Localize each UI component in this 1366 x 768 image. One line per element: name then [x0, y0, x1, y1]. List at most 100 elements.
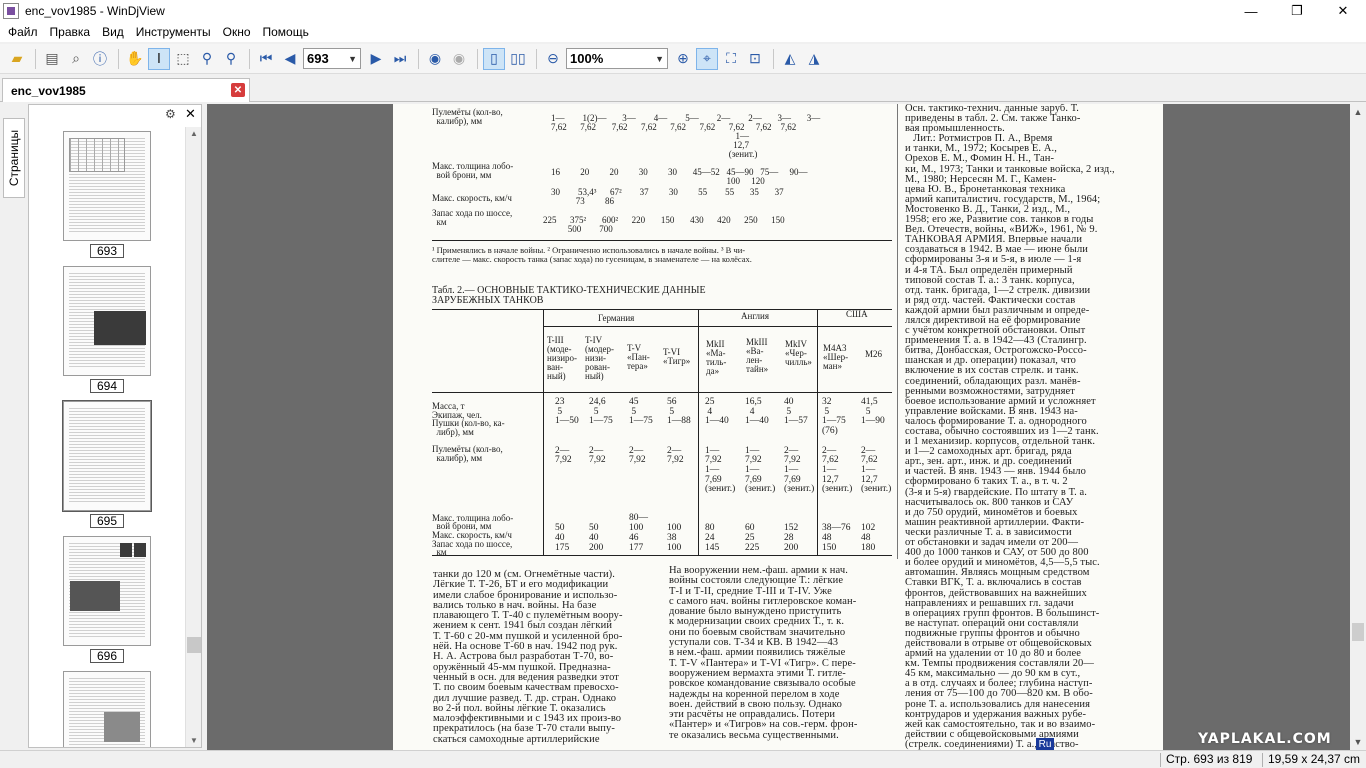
status-separator [1262, 753, 1263, 767]
open-folder-icon[interactable]: ▰ [6, 48, 28, 70]
table1-row-cells: 225 375² 600² 220 150 430 420 250 150 50… [543, 215, 785, 234]
thumbnail-panel-header: ⚙ ✕ [29, 105, 201, 123]
table2-model-header: MkIII «Ва- лен- тайн» [746, 337, 769, 374]
table2-model-header: T-III (моде- низиро- ван- ный) [547, 335, 578, 381]
info-icon[interactable]: ⓘ [89, 48, 111, 70]
table2-model-header: T-IV (модер- низи- рован- ный) [585, 335, 615, 381]
page-thumbnail-number: 693 [90, 244, 124, 258]
document-page[interactable]: Пулемёты (кол-во, калибр), мм 1— 1(2)— 3… [393, 104, 1163, 750]
text-select-icon[interactable]: Ⅰ [148, 47, 170, 70]
table1-row-cells: 30 53,4³ 67² 37 30 55 55 35 37 73 86 [551, 187, 784, 206]
thumbnail-scrollbar[interactable]: ▲ ▼ [185, 127, 201, 747]
document-scrollbar[interactable]: ▲ ▼ [1350, 104, 1366, 750]
table2-title: Табл. 2.— ОСНОВНЫЕ ТАКТИКО-ТЕХНИЧЕСКИЕ Д… [432, 285, 706, 306]
scroll-up-icon[interactable]: ▲ [190, 129, 198, 138]
page-thumbnail-number: 694 [90, 379, 124, 393]
table2-model-header: MkII «Ма- тиль- да» [706, 339, 727, 376]
table2-column: 24,6 5 1—75 2— 7,92 50 40 200 [589, 397, 613, 553]
page-thumbnail-selected[interactable]: 695 [29, 397, 185, 532]
chevron-down-icon: ▼ [348, 53, 357, 64]
rotate-left-icon[interactable]: ◭ [779, 48, 801, 70]
hand-tool-icon[interactable]: ✋ [124, 48, 146, 70]
table2-column: 41,5 5 1—90 2— 7,62 1— 12,7 (зенит.) 102… [861, 397, 892, 553]
table2-group-header: США [846, 309, 868, 319]
page-thumbnail[interactable]: 694 [29, 262, 185, 397]
toolbar-separator [418, 48, 419, 69]
actual-size-icon[interactable]: ⊡ [744, 48, 766, 70]
table2-group-header: Германия [598, 313, 635, 323]
table2-column: 25 4 1—40 1— 7,92 1— 7,69 (зенит.) 80 24… [705, 397, 736, 553]
first-page-icon[interactable]: ⏮ [255, 48, 277, 70]
page-thumbnail[interactable]: 693 [29, 127, 185, 262]
fit-page-icon[interactable]: ⌖ [696, 47, 718, 70]
prev-page-icon[interactable]: ◀ [279, 48, 301, 70]
page-thumbnail-number: 695 [90, 514, 124, 528]
gear-icon[interactable]: ⚙ [165, 107, 176, 121]
page-preview [63, 536, 151, 646]
menu-window[interactable]: Окно [217, 22, 257, 42]
tab-close-icon[interactable]: ✕ [231, 83, 245, 97]
toolbar-separator [773, 48, 774, 69]
menu-file[interactable]: Файл [2, 22, 44, 42]
page-thumbnail[interactable]: 697 [29, 667, 185, 747]
table-rule [432, 240, 892, 241]
facing-pages-icon[interactable]: ▯▯ [507, 48, 529, 70]
page-number-value: 693 [307, 51, 329, 66]
rotate-right-icon[interactable]: ◮ [803, 48, 825, 70]
menu-view[interactable]: Вид [96, 22, 130, 42]
table2-column: 16,5 4 1—40 1— 7,92 1— 7,69 (зенит.) 60 … [745, 397, 776, 553]
magnifier-icon[interactable]: ⚲ [220, 48, 242, 70]
next-page-icon[interactable]: ▶ [365, 48, 387, 70]
maximize-button[interactable]: ❐ [1274, 0, 1320, 22]
zoom-rect-icon[interactable]: ⚲ [196, 48, 218, 70]
panel-close-icon[interactable]: ✕ [185, 106, 196, 122]
thumbnail-panel: ⚙ ✕ 693 694 695 696 697 ▲ ▼ [28, 104, 202, 748]
pages-side-tab[interactable]: Страницы [3, 118, 25, 198]
page-preview [63, 266, 151, 376]
page-preview [62, 400, 152, 512]
table1-row-label: Пулемёты (кол-во, калибр), мм [432, 107, 503, 126]
scrollbar-thumb[interactable] [1352, 623, 1364, 641]
scrollbar-thumb[interactable] [187, 637, 201, 653]
forward-icon[interactable]: ◉ [448, 48, 470, 70]
back-icon[interactable]: ◉ [424, 48, 446, 70]
status-page-size: 19,59 x 24,37 cm [1268, 752, 1361, 766]
text-column-1: танки до 120 м (см. Огнемётные части). Л… [433, 569, 623, 745]
rect-select-icon[interactable]: ⬚ [172, 48, 194, 70]
single-page-icon[interactable]: ▯ [483, 47, 505, 70]
document-tab[interactable]: enc_vov1985 ✕ [2, 78, 250, 102]
table2-model-header: T-V «Пан- тера» [627, 343, 650, 371]
minimize-button[interactable]: — [1228, 0, 1274, 22]
table1-row-cells: 16 20 20 30 30 45—52 45—90 75— 90— 100 1… [551, 167, 808, 186]
close-window-button[interactable]: ✕ [1320, 0, 1366, 22]
menu-help[interactable]: Помощь [257, 22, 315, 42]
toolbar-separator [35, 48, 36, 69]
zoom-combo[interactable]: 100% ▼ [566, 48, 668, 69]
print-icon[interactable]: ▤ [41, 48, 63, 70]
status-page-info: Стр. 693 из 819 [1166, 752, 1253, 766]
table2-model-header: M26 [865, 349, 883, 359]
table-rule [432, 392, 892, 393]
page-number-combo[interactable]: 693 ▼ [303, 48, 361, 69]
scroll-down-icon[interactable]: ▼ [1350, 734, 1366, 750]
zoom-out-icon[interactable]: ⊖ [542, 48, 564, 70]
table2-model-header: M4A3 «Шер- ман» [823, 343, 849, 371]
column-divider [897, 104, 898, 559]
document-tab-bar: enc_vov1985 ✕ [0, 76, 1366, 102]
menu-tools[interactable]: Инструменты [130, 22, 217, 42]
table1-row-label: Макс. скорость, км/ч [432, 193, 512, 203]
app-icon [3, 3, 19, 19]
scroll-down-icon[interactable]: ▼ [190, 736, 198, 745]
page-thumbnail[interactable]: 696 [29, 532, 185, 667]
menu-edit[interactable]: Правка [44, 22, 97, 42]
table-rule [432, 309, 892, 310]
window-title: enc_vov1985 - WinDjView [25, 4, 165, 18]
document-view[interactable]: Пулемёты (кол-во, калибр), мм 1— 1(2)— 3… [207, 104, 1350, 750]
toolbar: ▰ ▤ ⌕ ⓘ ✋ Ⅰ ⬚ ⚲ ⚲ ⏮ ◀ 693 ▼ ▶ ⏭ ◉ ◉ ▯ ▯▯… [0, 44, 1366, 74]
fit-width-icon[interactable]: ⛶ [720, 48, 742, 70]
last-page-icon[interactable]: ⏭ [389, 48, 411, 70]
page-preview [63, 671, 151, 747]
scroll-up-icon[interactable]: ▲ [1350, 104, 1366, 120]
find-icon[interactable]: ⌕ [65, 48, 87, 70]
zoom-in-icon[interactable]: ⊕ [672, 48, 694, 70]
